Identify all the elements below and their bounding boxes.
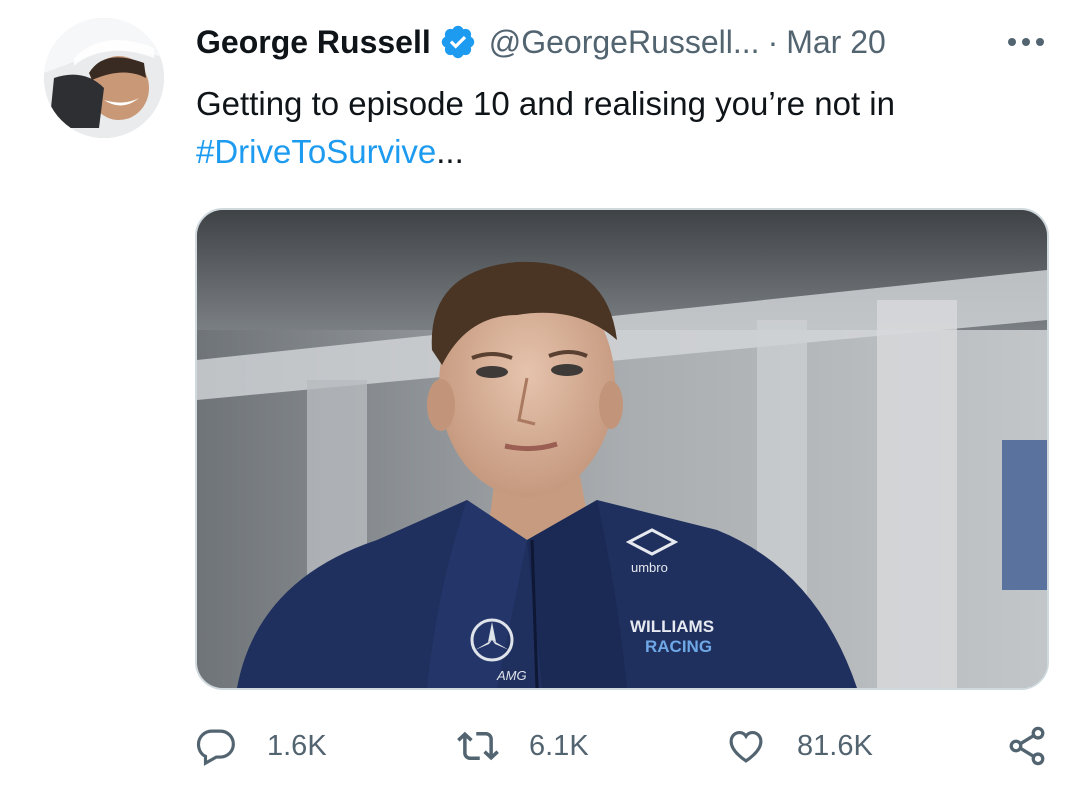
amg-logo-text: AMG: [496, 668, 527, 683]
reply-button[interactable]: 1.6K: [195, 720, 327, 772]
tweet-text-ellipsis: ...: [436, 133, 464, 170]
williams-logo-line1: WILLIAMS: [630, 617, 714, 636]
avatar-image: [44, 18, 164, 138]
more-icon[interactable]: [1004, 22, 1048, 62]
verified-badge-icon: [439, 23, 477, 61]
author-name[interactable]: George Russell: [196, 20, 431, 64]
williams-logo-line2: RACING: [645, 637, 712, 656]
heart-icon: [725, 725, 767, 767]
reply-count: 1.6K: [267, 729, 327, 762]
author-avatar[interactable]: [44, 18, 164, 138]
share-icon[interactable]: [1005, 724, 1049, 768]
like-button[interactable]: 81.6K: [725, 720, 873, 772]
like-count: 81.6K: [797, 729, 873, 762]
tweet-header: George Russell @GeorgeRussell... · Mar 2…: [196, 20, 886, 64]
header-separator: ·: [767, 24, 779, 60]
author-handle[interactable]: @GeorgeRussell...: [489, 20, 760, 64]
tweet-media-image[interactable]: umbro WILLIAMS RACING AMG: [195, 208, 1049, 690]
hashtag-link[interactable]: #DriveToSurvive: [196, 133, 436, 170]
retweet-count: 6.1K: [529, 729, 589, 762]
tweet-date[interactable]: Mar 20: [786, 20, 886, 64]
retweet-button[interactable]: 6.1K: [457, 720, 589, 772]
tweet-text: Getting to episode 10 and realising you’…: [196, 80, 1026, 176]
photo-driver: umbro WILLIAMS RACING AMG: [197, 210, 1047, 688]
retweet-icon: [457, 725, 499, 767]
tweet-text-body: Getting to episode 10 and realising you’…: [196, 85, 895, 122]
reply-icon: [195, 725, 237, 767]
umbro-logo-text: umbro: [631, 560, 668, 575]
tweet-actions: 1.6K 6.1K 81.6K: [195, 720, 1055, 772]
